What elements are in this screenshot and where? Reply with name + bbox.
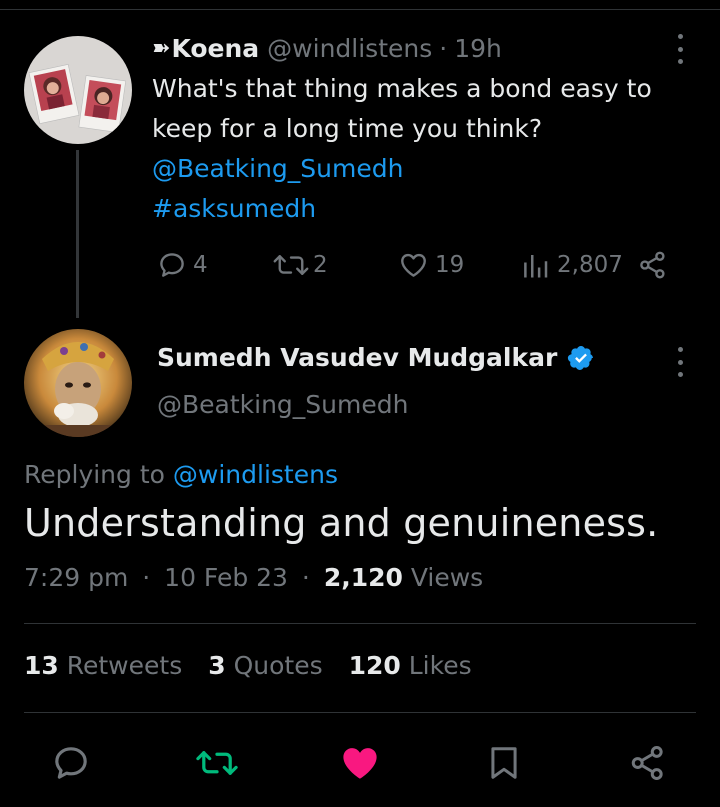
retweets-label: Retweets <box>66 651 183 680</box>
main-bookmark-button[interactable] <box>482 741 526 785</box>
top-divider <box>0 9 720 10</box>
more-icon-dot <box>677 59 683 64</box>
parent-share-button[interactable] <box>638 248 668 282</box>
thread-line <box>76 150 79 318</box>
parent-text-line-2: keep for a long time you think? <box>152 114 543 143</box>
more-icon-dot <box>677 34 683 39</box>
tweet-date[interactable]: 10 Feb 23 <box>164 563 288 592</box>
main-name-text: Sumedh Vasudev Mudgalkar <box>157 343 558 372</box>
likes-stat[interactable]: 120 Likes <box>349 651 472 680</box>
more-icon-dot <box>677 46 683 52</box>
tweet-time[interactable]: 7:29 pm <box>24 563 128 592</box>
like-button[interactable]: 19 <box>398 248 464 282</box>
retweet-icon <box>196 751 238 775</box>
views-count: 2,807 <box>557 252 623 278</box>
reply-button[interactable]: 4 <box>157 248 208 282</box>
retweets-stat[interactable]: 13 Retweets <box>24 651 182 680</box>
retweet-icon <box>273 255 309 275</box>
share-icon <box>631 745 663 781</box>
engagement-stats: 13 Retweets 3 Quotes 120 Likes <box>24 651 498 680</box>
main-share-button[interactable] <box>626 741 670 785</box>
analytics-icon <box>524 255 548 278</box>
main-retweet-button[interactable] <box>195 741 239 785</box>
parent-hashtag-link[interactable]: #asksumedh <box>152 189 712 229</box>
parent-tweet-text: What's that thing makes a bond easy to k… <box>152 69 712 229</box>
bookmark-icon <box>491 747 517 779</box>
sumedh-avatar[interactable] <box>24 329 132 437</box>
parent-display-name[interactable]: ➽ Koena <box>152 34 259 63</box>
main-reply-button[interactable] <box>49 741 93 785</box>
retweet-count: 2 <box>313 252 328 278</box>
retweet-button[interactable]: 2 <box>272 248 328 282</box>
more-icon-dot <box>677 372 683 377</box>
more-icon-dot <box>677 347 683 352</box>
quotes-label: Quotes <box>233 651 323 680</box>
reply-count: 4 <box>193 252 208 278</box>
name-prefix-glyph: ➽ <box>152 35 171 61</box>
replying-to-line: Replying to @windlistens <box>24 460 338 489</box>
koena-avatar[interactable] <box>24 36 132 144</box>
main-more-button[interactable] <box>673 347 687 377</box>
share-icon <box>640 251 665 279</box>
like-count: 19 <box>435 252 465 278</box>
views-button[interactable]: 2,807 <box>521 248 623 282</box>
main-tweet-text: Understanding and genuineness. <box>24 501 659 545</box>
parent-text-line-1: What's that thing makes a bond easy to <box>152 74 652 103</box>
replying-to-link[interactable]: @windlistens <box>173 460 338 489</box>
meta-separator: · <box>142 563 151 592</box>
retweets-count: 13 <box>24 651 59 680</box>
parent-name-text: Koena <box>171 33 260 63</box>
reply-icon <box>55 747 87 779</box>
parent-more-button[interactable] <box>673 34 687 64</box>
quotes-count: 3 <box>208 651 226 680</box>
main-like-button[interactable] <box>338 741 382 785</box>
divider-top <box>24 623 696 624</box>
meta-separator: · <box>301 563 310 592</box>
header-separator: · <box>439 33 448 63</box>
verified-badge-icon <box>568 345 594 370</box>
replying-prefix: Replying to <box>24 460 165 489</box>
main-display-name[interactable]: Sumedh Vasudev Mudgalkar <box>157 343 595 372</box>
main-views-count: 2,120 <box>323 563 403 592</box>
reply-icon <box>160 253 184 277</box>
divider-bottom <box>24 712 696 713</box>
parent-time[interactable]: 19h <box>454 34 502 63</box>
heart-icon <box>401 253 426 277</box>
parent-mention-link[interactable]: @Beatking_Sumedh <box>152 149 712 189</box>
more-icon-dot <box>677 359 683 365</box>
main-handle[interactable]: @Beatking_Sumedh <box>157 390 408 419</box>
quotes-stat[interactable]: 3 Quotes <box>208 651 322 680</box>
heart-icon <box>343 748 377 779</box>
tweet-meta: 7:29 pm · 10 Feb 23 · 2,120 Views <box>24 563 483 592</box>
likes-count: 120 <box>348 651 401 680</box>
parent-tweet-header: ➽ Koena @windlistens · 19h <box>152 32 502 64</box>
main-views-label: Views <box>410 563 484 592</box>
likes-label: Likes <box>408 651 472 680</box>
parent-handle[interactable]: @windlistens <box>267 34 432 63</box>
